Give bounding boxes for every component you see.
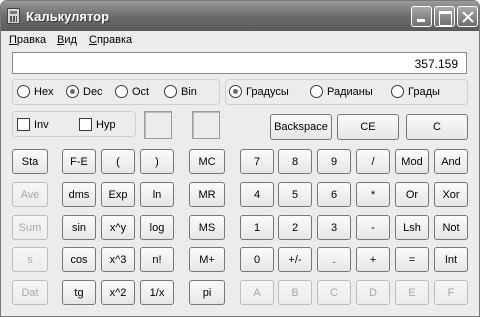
sci-button-open-paren[interactable]: ( [101, 149, 135, 174]
radio-dec[interactable]: Dec [66, 85, 103, 98]
key-hex-f[interactable]: F [434, 280, 468, 305]
memory-button-mc[interactable]: MC [189, 149, 225, 174]
calculator-window: Калькулятор Правка Вид Справка 357.159 H… [0, 0, 480, 317]
close-button[interactable] [457, 6, 478, 27]
key-1[interactable]: 1 [240, 215, 274, 240]
stat-button-dat[interactable]: Dat [12, 280, 48, 305]
key-and[interactable]: And [434, 149, 468, 174]
key-not[interactable]: Not [434, 215, 468, 240]
window-title: Калькулятор [26, 9, 110, 24]
key-6[interactable]: 6 [317, 182, 351, 207]
sci-button-reciprocal[interactable]: 1/x [140, 280, 174, 305]
sci-button-log[interactable]: log [140, 215, 174, 240]
key-xor[interactable]: Xor [434, 182, 468, 207]
stat-button-sta[interactable]: Sta [12, 149, 48, 174]
menu-edit[interactable]: Правка [9, 34, 46, 46]
key-divide[interactable]: / [356, 149, 390, 174]
sci-button-factorial[interactable]: n! [140, 247, 174, 272]
checkbox-inv[interactable]: Inv [17, 118, 49, 131]
radio-oct[interactable]: Oct [115, 85, 149, 98]
radio-radians[interactable]: Радианы [310, 85, 373, 98]
minimize-button[interactable] [411, 6, 432, 27]
key-hex-a[interactable]: A [240, 280, 274, 305]
title-bar[interactable]: Калькулятор [1, 1, 479, 31]
sci-button-x-pow-y[interactable]: x^y [101, 215, 135, 240]
sci-button-close-paren[interactable]: ) [140, 149, 174, 174]
key-int[interactable]: Int [434, 247, 468, 272]
key-equals[interactable]: = [395, 247, 429, 272]
key-9[interactable]: 9 [317, 149, 351, 174]
key-lsh[interactable]: Lsh [395, 215, 429, 240]
radio-hex[interactable]: Hex [17, 85, 54, 98]
stat-button-s[interactable]: s [12, 247, 48, 272]
radio-grads[interactable]: Грады [391, 85, 440, 98]
key-8[interactable]: 8 [278, 149, 312, 174]
sci-button-exp[interactable]: Exp [101, 182, 135, 207]
key-hex-d[interactable]: D [356, 280, 390, 305]
key-hex-e[interactable]: E [395, 280, 429, 305]
sci-button-tg[interactable]: tg [62, 280, 96, 305]
clear-entry-button[interactable]: CE [337, 114, 399, 140]
key-0[interactable]: 0 [240, 247, 274, 272]
key-or[interactable]: Or [395, 182, 429, 207]
checkbox-hyp[interactable]: Hyp [79, 118, 116, 131]
key-mod[interactable]: Mod [395, 149, 429, 174]
result-display[interactable]: 357.159 [12, 52, 467, 74]
sci-button-x-cubed[interactable]: x^3 [101, 247, 135, 272]
key-2[interactable]: 2 [278, 215, 312, 240]
parenthesis-indicator [144, 111, 172, 139]
memory-indicator [192, 111, 220, 139]
key-3[interactable]: 3 [317, 215, 351, 240]
clear-button[interactable]: C [406, 114, 468, 140]
radio-degrees[interactable]: Градусы [229, 85, 289, 98]
memory-button-mr[interactable]: MR [189, 182, 225, 207]
key-subtract[interactable]: - [356, 215, 390, 240]
pi-button[interactable]: pi [189, 280, 225, 305]
sci-button-x-squared[interactable]: x^2 [101, 280, 135, 305]
menu-bar: Правка Вид Справка [1, 31, 479, 49]
menu-view[interactable]: Вид [57, 34, 77, 46]
stat-button-ave[interactable]: Ave [12, 182, 48, 207]
sci-button-dms[interactable]: dms [62, 182, 96, 207]
stat-button-sum[interactable]: Sum [12, 215, 48, 240]
display-value: 357.159 [414, 57, 458, 71]
key-4[interactable]: 4 [240, 182, 274, 207]
key-decimal[interactable]: . [317, 247, 351, 272]
backspace-button[interactable]: Backspace [270, 114, 332, 140]
memory-button-ms[interactable]: MS [189, 215, 225, 240]
key-negate[interactable]: +/- [278, 247, 312, 272]
calculator-icon [7, 8, 20, 24]
key-add[interactable]: + [356, 247, 390, 272]
radio-bin[interactable]: Bin [164, 85, 197, 98]
key-7[interactable]: 7 [240, 149, 274, 174]
key-5[interactable]: 5 [278, 182, 312, 207]
menu-help[interactable]: Справка [89, 34, 132, 46]
sci-button-ln[interactable]: ln [140, 182, 174, 207]
maximize-button[interactable] [434, 6, 455, 27]
memory-button-m-plus[interactable]: M+ [189, 247, 225, 272]
sci-button-sin[interactable]: sin [62, 215, 96, 240]
key-hex-c[interactable]: C [317, 280, 351, 305]
sci-button-cos[interactable]: cos [62, 247, 96, 272]
key-hex-b[interactable]: B [278, 280, 312, 305]
key-multiply[interactable]: * [356, 182, 390, 207]
sci-button-fe[interactable]: F-E [62, 149, 96, 174]
